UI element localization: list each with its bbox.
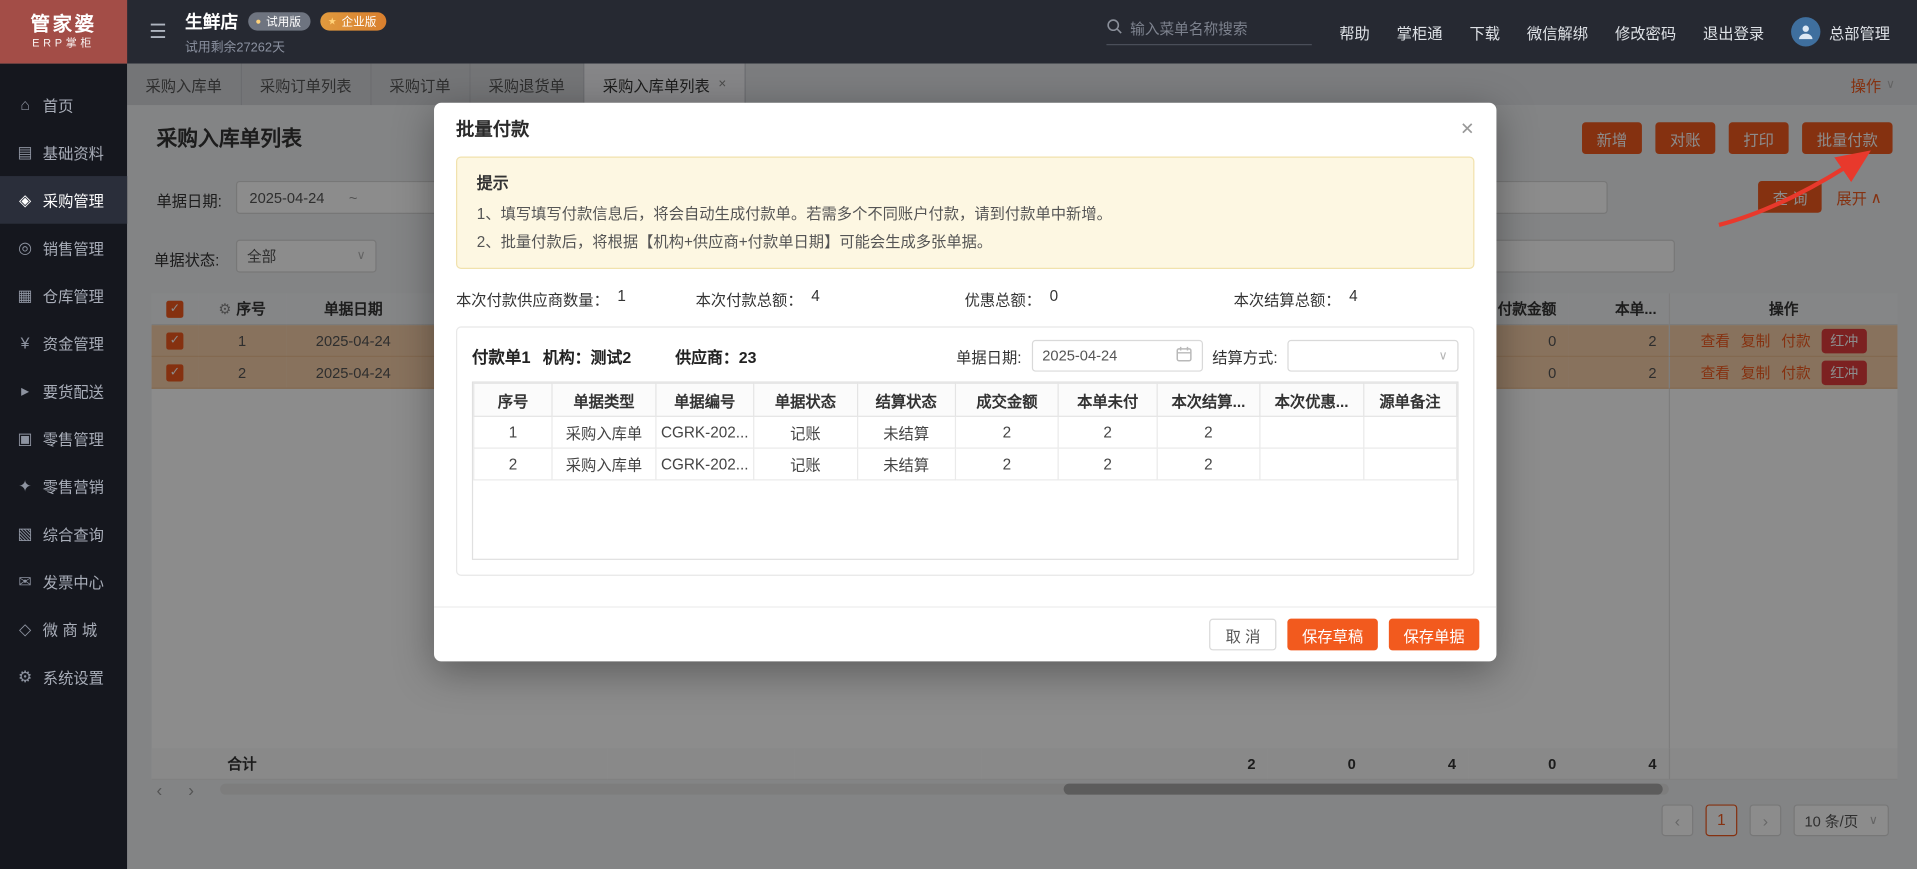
payment-doc-row[interactable]: 1 采购入库单 CGRK-202... 记账 未结算 2 2 2	[473, 415, 1458, 449]
top-right-menu: 帮助 掌柜通 下载 微信解绑 修改密码 退出登录 总部管理	[1106, 17, 1917, 47]
trial-badge-icon: ●	[255, 15, 262, 27]
user-name: 总部管理	[1828, 25, 1891, 43]
warehouse-icon: ▦	[17, 285, 33, 304]
logo-text: 管家婆	[30, 14, 97, 35]
sidebar-item-retail-marketing[interactable]: ✦ 零售营销	[0, 462, 127, 510]
cancel-button[interactable]: 取 消	[1209, 618, 1277, 651]
settle-method-select[interactable]: ∨	[1287, 339, 1459, 372]
app-root: 管家婆 ERP掌柜 ☰ 生鲜店 ● 试用版 ★ 企业版 试用剩余27262天 输…	[0, 0, 1917, 869]
modal-body: 提示 1、填写填写付款信息后，将会自动生成付款单。若需多个不同账户付款，请到付款…	[434, 154, 1496, 576]
sidebar-item-query[interactable]: ▧ 综合查询	[0, 510, 127, 558]
retail-icon: ▣	[17, 428, 33, 447]
search-icon	[1107, 18, 1123, 40]
notice-title: 提示	[476, 173, 509, 192]
menu-toggle-icon[interactable]: ☰	[149, 20, 167, 44]
calendar-icon	[1175, 346, 1192, 366]
payment-doc-name: 付款单1	[471, 348, 531, 367]
purchase-icon: ◈	[18, 190, 32, 209]
chevron-down-icon: ∨	[1438, 349, 1448, 363]
menu-item-help[interactable]: 帮助	[1339, 20, 1370, 43]
app-logo: 管家婆 ERP掌柜	[0, 0, 128, 64]
settings-icon: ⚙	[17, 666, 33, 686]
sidebar-item-mall[interactable]: ◇ 微 商 城	[0, 605, 127, 653]
funds-icon: ¥	[20, 333, 30, 353]
store-block: 生鲜店 ● 试用版 ★ 企业版 试用剩余27262天	[185, 8, 387, 56]
trial-remaining-text: 试用剩余27262天	[185, 39, 285, 55]
org-value: 测试2	[590, 347, 632, 367]
doc-date-picker[interactable]: 2025-04-24	[1031, 339, 1203, 372]
stat-discount-total-value: 0	[1049, 287, 1059, 305]
payment-table-header-row: 序号 单据类型 单据编号 单据状态 结算状态 成交金额 本单未付 本次结算...…	[473, 382, 1458, 417]
menu-item-change-password[interactable]: 修改密码	[1615, 20, 1676, 43]
store-name: 生鲜店	[185, 12, 239, 33]
supplier-label: 供应商：	[675, 347, 739, 367]
enterprise-badge-icon: ★	[327, 15, 337, 27]
modal-title: 批量付款	[456, 119, 530, 140]
invoice-icon: ✉	[18, 571, 32, 590]
stat-settle-total-value: 4	[1349, 287, 1358, 305]
stat-settle-total-label: 本次结算总额：	[1233, 292, 1341, 310]
sales-icon: ◎	[18, 237, 32, 257]
sidebar: ⌂ 首页 ▤ 基础资料 ◈ 采购管理 ◎ 销售管理 ▦ 仓库管理 ¥ 资金管理 ▸ 要货配送 …	[0, 63, 128, 869]
payment-doc-row[interactable]: 2 采购入库单 CGRK-202... 记账 未结算 2 2 2	[473, 447, 1458, 481]
notice-line: 1、填写填写付款信息后，将会自动生成付款单。若需多个不同账户付款，请到付款单中新…	[476, 205, 1112, 223]
sidebar-item-warehouse[interactable]: ▦ 仓库管理	[0, 271, 127, 319]
settle-method-label: 结算方式:	[1212, 349, 1278, 367]
payment-stats: 本次付款供应商数量： 1 本次付款总额： 4 优惠总额： 0 本次结算总额： 4	[456, 287, 1474, 310]
modal-footer: 取 消 保存草稿 保存单据	[434, 606, 1497, 661]
stat-payment-total-value: 4	[811, 287, 820, 305]
home-icon: ⌂	[20, 95, 30, 114]
menu-item-download[interactable]: 下载	[1469, 20, 1500, 43]
batch-payment-modal: 批量付款 ✕ 提示 1、填写填写付款信息后，将会自动生成付款单。若需多个不同账户…	[434, 102, 1497, 662]
marketing-icon: ✦	[18, 476, 32, 495]
user-menu[interactable]: 总部管理	[1791, 17, 1891, 47]
query-icon: ▧	[17, 523, 33, 543]
menu-item-zhanggui-tong[interactable]: 掌柜通	[1397, 20, 1443, 43]
mall-icon: ◇	[18, 619, 32, 638]
save-draft-button[interactable]: 保存草稿	[1287, 618, 1378, 651]
payment-group-header: 付款单1 机构：测试2 供应商：23 单据日期: 2025-04-24 结算方式…	[472, 335, 1459, 377]
menu-item-logout[interactable]: 退出登录	[1703, 20, 1764, 43]
sidebar-item-basic-data[interactable]: ▤ 基础资料	[0, 128, 127, 176]
sidebar-item-purchase[interactable]: ◈ 采购管理	[0, 176, 128, 224]
trial-badge: ● 试用版	[247, 11, 311, 30]
stat-supplier-count-label: 本次付款供应商数量：	[456, 292, 609, 310]
sidebar-item-settings[interactable]: ⚙ 系统设置	[0, 653, 127, 701]
menu-item-wechat-unbind[interactable]: 微信解绑	[1527, 20, 1588, 43]
sidebar-item-funds[interactable]: ¥ 资金管理	[0, 319, 127, 367]
save-document-button[interactable]: 保存单据	[1388, 618, 1480, 651]
payment-group-panel: 付款单1 机构：测试2 供应商：23 单据日期: 2025-04-24 结算方式…	[456, 326, 1475, 576]
stat-supplier-count-value: 1	[617, 287, 626, 305]
sidebar-item-sales[interactable]: ◎ 销售管理	[0, 224, 127, 272]
doc-date-label: 单据日期:	[956, 349, 1022, 367]
notice-box: 提示 1、填写填写付款信息后，将会自动生成付款单。若需多个不同账户付款，请到付款…	[456, 156, 1475, 269]
enterprise-badge: ★ 企业版	[320, 11, 387, 30]
user-avatar	[1791, 17, 1821, 47]
sidebar-item-retail[interactable]: ▣ 零售管理	[0, 414, 127, 462]
payment-doc-table: 序号 单据类型 单据编号 单据状态 结算状态 成交金额 本单未付 本次结算...…	[471, 381, 1459, 560]
close-icon[interactable]: ✕	[1460, 118, 1474, 139]
notice-line: 2、批量付款后，将根据【机构+供应商+付款单日期】可能会生成多张单据。	[476, 232, 993, 251]
menu-search	[1106, 18, 1313, 46]
sidebar-item-invoice[interactable]: ✉ 发票中心	[0, 557, 127, 605]
supplier-value: 23	[738, 347, 757, 367]
logo-subtext: ERP掌柜	[32, 36, 96, 49]
sidebar-item-delivery[interactable]: ▸ 要货配送	[0, 367, 127, 415]
top-bar: 管家婆 ERP掌柜 ☰ 生鲜店 ● 试用版 ★ 企业版 试用剩余27262天 输…	[0, 0, 1917, 64]
menu-search-input[interactable]	[1130, 20, 1299, 38]
basic-data-icon: ▤	[17, 142, 33, 161]
org-label: 机构：	[542, 347, 591, 367]
delivery-icon: ▸	[21, 380, 30, 400]
stat-payment-total-label: 本次付款总额：	[695, 292, 803, 310]
stat-discount-total-label: 优惠总额：	[964, 292, 1042, 310]
modal-header: 批量付款 ✕	[434, 103, 1496, 154]
sidebar-item-home[interactable]: ⌂ 首页	[0, 81, 127, 129]
